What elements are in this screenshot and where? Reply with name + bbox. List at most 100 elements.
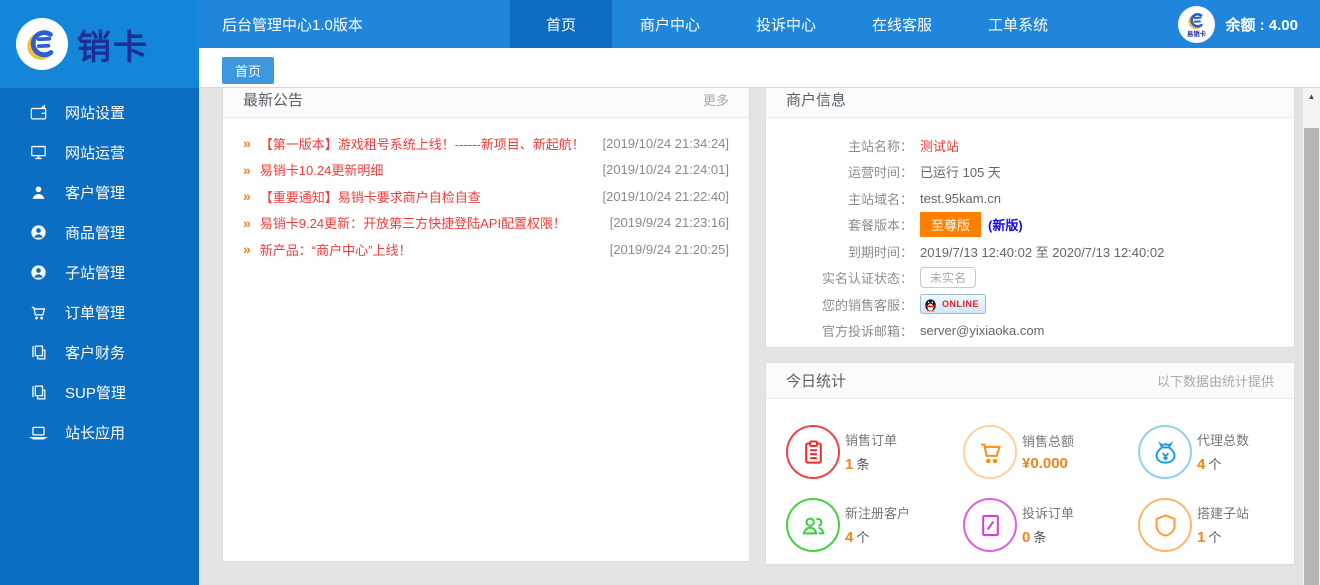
sidebar-menu-item[interactable]: 订单管理 [0, 292, 199, 332]
merchant-info-title: 商户信息 [786, 89, 846, 110]
copy-icon [29, 383, 48, 402]
field-label: 套餐版本： [766, 215, 913, 234]
field-label: 实名认证状态： [766, 268, 913, 287]
field-label: 主站名称： [766, 136, 913, 155]
sidebar-item-label: 商品管理 [65, 222, 125, 243]
chevrons-right-icon: » [243, 241, 251, 257]
field-label: 官方投诉邮箱： [766, 321, 913, 340]
stats-grid: 销售订单 1条 销售总额 [766, 399, 1294, 552]
top-nav-item[interactable]: 投诉中心 [728, 0, 844, 48]
stat-label: 销售总额 [1022, 431, 1074, 450]
brand-logo: 销卡 [0, 0, 199, 88]
chevrons-right-icon: » [243, 215, 251, 231]
plan-badge[interactable]: 至尊版 [920, 212, 981, 237]
top-nav-item[interactable]: 商户中心 [612, 0, 728, 48]
stat-item: 新注册客户 4个 [786, 498, 963, 552]
stat-unit: 个 [1208, 457, 1221, 472]
field-label: 主站域名： [766, 189, 913, 208]
merchant-field-row: 实名认证状态： 未实名 [766, 265, 1294, 292]
sidebar-menu-item[interactable]: SUP管理 [0, 372, 199, 412]
top-nav-item[interactable]: 工单系统 [960, 0, 1076, 48]
avatar-brand-text: 易销卡 [1180, 29, 1213, 38]
announcement-text: 【重要通知】易销卡要求商户自检自查 [260, 187, 593, 206]
merchant-field-row: 您的销售客服： [766, 291, 1294, 318]
announcement-text: 新产品：“商户中心”上线！ [260, 240, 600, 259]
announcement-item[interactable]: » 【第一版本】游戏租号系统上线！------新项目、新起航！ [2019/10… [243, 130, 729, 157]
announcements-title: 最新公告 [243, 89, 303, 110]
stat-item: 投诉订单 0条 [963, 498, 1138, 552]
stat-number: 1 [845, 456, 853, 473]
stats-note: 以下数据由统计提供 [1157, 371, 1274, 390]
chevrons-right-icon: » [243, 188, 251, 204]
vertical-scrollbar[interactable]: ▲ [1303, 88, 1320, 585]
chevrons-right-icon: » [243, 162, 251, 178]
merchant-field-list: 主站名称： 测试站 运营时间： [766, 118, 1294, 344]
announcement-date: [2019/10/24 21:24:01] [602, 162, 729, 177]
field-value: ONLINE [920, 294, 986, 314]
top-nav-item[interactable]: 在线客服 [844, 0, 960, 48]
sidebar-item-label: 网站运营 [65, 142, 125, 163]
scrollbar-thumb[interactable] [1304, 128, 1319, 585]
stat-label: 搭建子站 [1197, 503, 1249, 522]
stat-unit: 条 [1033, 530, 1046, 545]
shield-icon [1152, 512, 1179, 539]
sidebar-menu-item[interactable]: 网站设置 [0, 92, 199, 132]
announcement-date: [2019/10/24 21:22:40] [602, 189, 729, 204]
field-value: 至尊版 (新版) [920, 212, 1023, 237]
announcement-date: [2019/9/24 21:23:16] [610, 215, 729, 230]
field-label: 运营时间： [766, 162, 913, 181]
merchant-info-panel: 商户信息 主站名称： 测试站 [765, 88, 1295, 348]
stat-item: 销售订单 1条 [786, 425, 963, 479]
stat-label: 新注册客户 [845, 503, 910, 522]
topbar: 后台管理中心1.0版本 首页 商户中心 投诉中心 在线客服 [199, 0, 1320, 48]
cart-icon [977, 439, 1004, 466]
stat-unit: 个 [1208, 530, 1221, 545]
account-area[interactable]: 易销卡 余额 : 4.00 [1178, 0, 1298, 48]
main-content: 最新公告 更多 » 【第一版本】游戏租号系统上线！------新项目、新起航！ … [199, 88, 1320, 585]
stat-item: 销售总额 ¥0.000 [963, 425, 1138, 479]
field-value: test.95kam.cn [920, 191, 1001, 206]
announcement-item[interactable]: » 【重要通知】易销卡要求商户自检自查 [2019/10/24 21:22:40… [243, 183, 729, 210]
field-label: 您的销售客服： [766, 295, 913, 314]
more-link[interactable]: 更多 [703, 90, 729, 109]
announcement-item[interactable]: » 新产品：“商户中心”上线！ [2019/9/24 21:20:25] [243, 236, 729, 263]
sidebar-menu-item[interactable]: 子站管理 [0, 252, 199, 292]
top-nav-item[interactable]: 首页 [510, 0, 612, 48]
balance-label: 余额 : 4.00 [1225, 14, 1298, 35]
sidebar-item-label: 网站设置 [65, 102, 125, 123]
today-stats-title: 今日统计 [786, 370, 846, 391]
edit-doc-icon [977, 512, 1004, 539]
stat-unit: 条 [856, 457, 869, 472]
announcement-item[interactable]: » 易销卡10.24更新明细 [2019/10/24 21:24:01] [243, 157, 729, 184]
sidebar-item-label: SUP管理 [65, 382, 126, 403]
brand-logo-icon [16, 18, 68, 70]
laptop-icon [29, 423, 48, 442]
admin-dashboard: 销卡 网站设置 网站运营 客户管理 [0, 0, 1320, 585]
qq-online-badge[interactable]: ONLINE [920, 294, 986, 314]
stat-number: 4 [1197, 456, 1205, 473]
field-value: 未实名 [920, 267, 976, 288]
user-circle-icon [29, 263, 48, 282]
sidebar-menu-item[interactable]: 网站运营 [0, 132, 199, 172]
breadcrumb-bar: 首页 [199, 48, 1320, 88]
merchant-field-row: 套餐版本： 至尊版 (新版) [766, 212, 1294, 239]
stat-number: ¥0.000 [1022, 455, 1068, 472]
breadcrumb-home-button[interactable]: 首页 [222, 57, 274, 84]
scroll-up-arrow-icon[interactable]: ▲ [1303, 88, 1320, 105]
announcement-item[interactable]: » 易销卡9.24更新：开放第三方快捷登陆API配置权限！ [2019/9/24… [243, 210, 729, 237]
stat-unit: 个 [856, 530, 869, 545]
sidebar-item-label: 站长应用 [65, 422, 125, 443]
new-version-link[interactable]: (新版) [988, 215, 1023, 234]
merchant-field-row: 主站名称： 测试站 [766, 132, 1294, 159]
sidebar-menu-item[interactable]: 商品管理 [0, 212, 199, 252]
user-avatar[interactable]: 易销卡 [1178, 6, 1215, 43]
field-value: 测试站 [920, 136, 959, 155]
app-title: 后台管理中心1.0版本 [222, 0, 363, 48]
merchant-field-row: 主站域名： test.95kam.cn [766, 185, 1294, 212]
announcement-text: 【第一版本】游戏租号系统上线！------新项目、新起航！ [260, 134, 593, 153]
sidebar-menu-item[interactable]: 客户管理 [0, 172, 199, 212]
sidebar-menu-item[interactable]: 客户财务 [0, 332, 199, 372]
stat-item: 代理总数 4个 [1138, 425, 1276, 479]
sidebar-menu-item[interactable]: 站长应用 [0, 412, 199, 452]
announcements-panel: 最新公告 更多 » 【第一版本】游戏租号系统上线！------新项目、新起航！ … [222, 88, 750, 562]
